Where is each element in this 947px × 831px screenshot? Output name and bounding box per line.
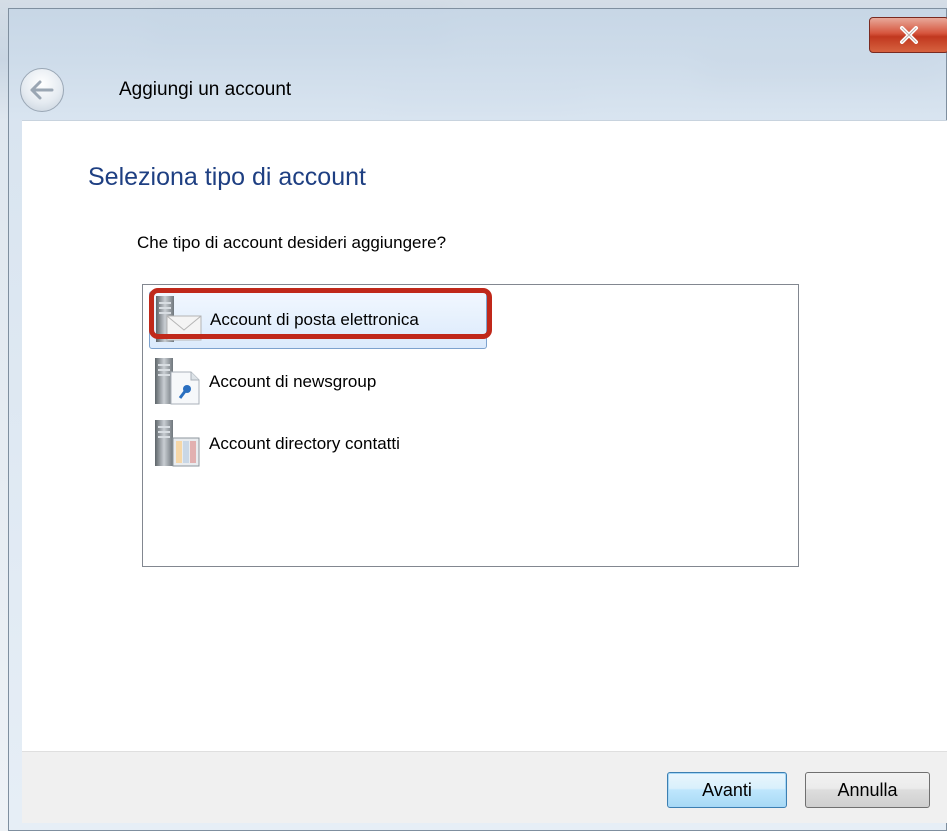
account-type-question: Che tipo di account desideri aggiungere?: [137, 233, 447, 252]
back-button[interactable]: [20, 68, 64, 112]
dialog-content: Seleziona tipo di account Che tipo di ac…: [22, 120, 947, 751]
close-button[interactable]: [869, 17, 947, 53]
account-type-list[interactable]: Account di posta elettronica Account di …: [142, 284, 799, 567]
cancel-button[interactable]: Annulla: [805, 772, 930, 808]
list-item-directory-account[interactable]: Account directory contatti: [149, 415, 487, 473]
newsgroup-server-icon: [155, 358, 200, 405]
directory-server-icon: [155, 420, 200, 467]
list-item-label: Account di newsgroup: [209, 372, 377, 391]
list-item-label: Account di posta elettronica: [210, 310, 419, 329]
dialog-footer: Avanti Annulla: [22, 751, 947, 823]
window-title: Aggiungi un account: [119, 79, 292, 100]
list-item-label: Account directory contatti: [209, 434, 400, 453]
back-arrow-icon: [30, 80, 54, 100]
next-button[interactable]: Avanti: [667, 772, 787, 808]
list-item-email-account[interactable]: Account di posta elettronica: [149, 291, 487, 349]
navigation-bar: Aggiungi un account: [20, 68, 620, 112]
mail-server-icon: [156, 296, 202, 342]
list-item-newsgroup-account[interactable]: Account di newsgroup: [149, 353, 487, 411]
page-heading: Seleziona tipo di account: [88, 163, 366, 191]
close-icon: [900, 26, 918, 44]
